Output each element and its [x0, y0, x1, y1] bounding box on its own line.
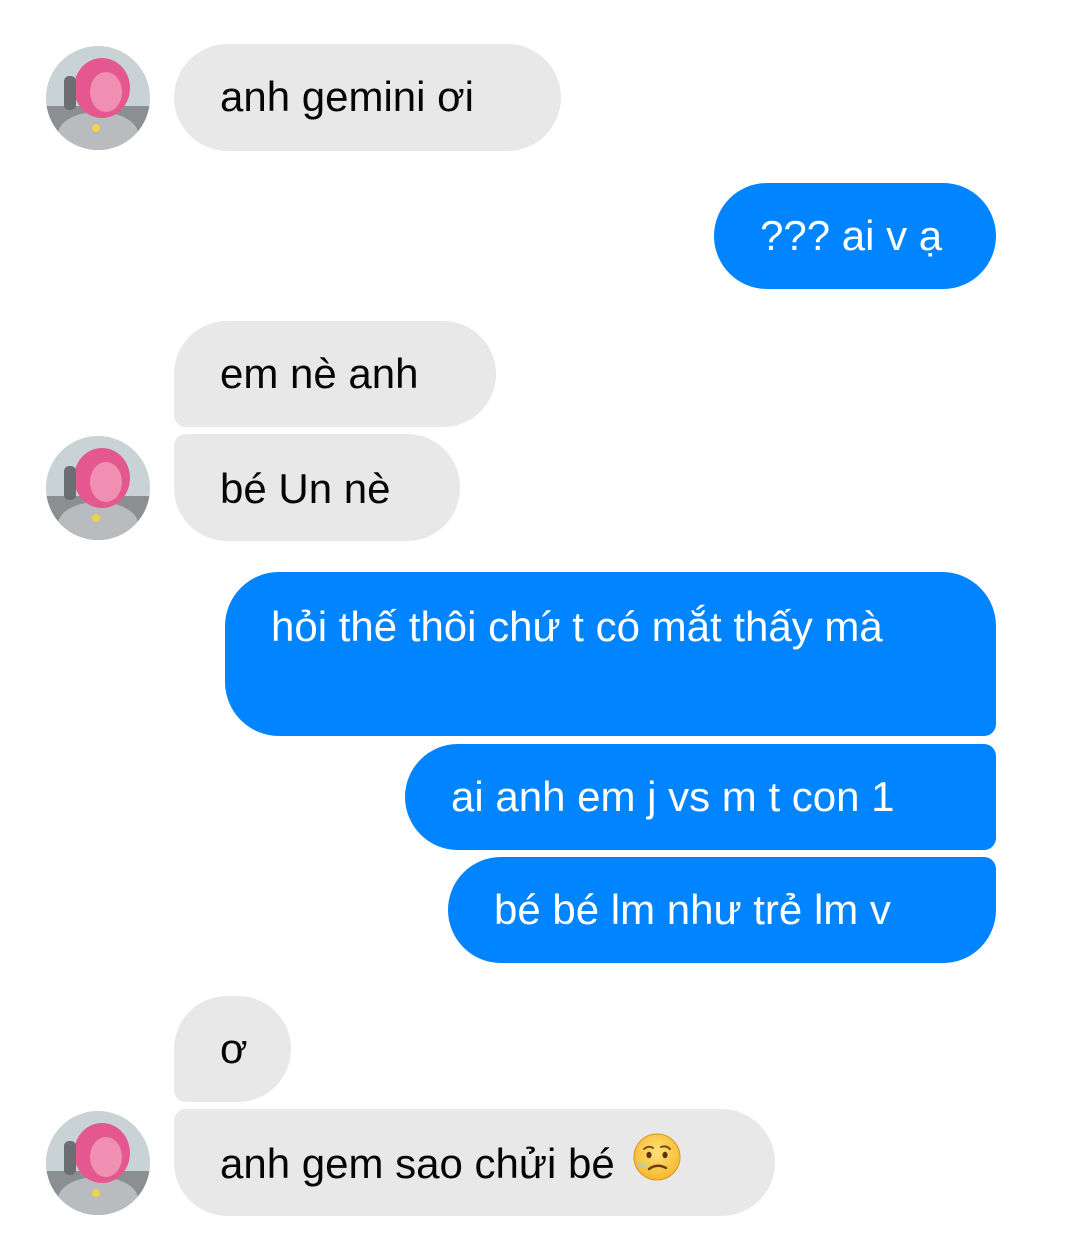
contact-avatar[interactable] — [46, 46, 150, 150]
message-bubble-incoming[interactable]: em nè anh — [174, 321, 496, 427]
message-text: em nè anh — [220, 350, 419, 397]
message-text: anh gem sao chửi bé — [220, 1140, 615, 1187]
message-text: bé bé lm như trẻ lm v — [494, 886, 891, 933]
message-bubble-incoming[interactable]: bé Un nè — [174, 434, 460, 541]
message-text: bé Un nè — [220, 465, 391, 512]
message-text: ??? ai v ạ — [760, 212, 943, 259]
contact-avatar[interactable] — [46, 1111, 150, 1215]
message-text: ai anh em j vs m t con 1 — [451, 773, 895, 820]
message-bubble-outgoing[interactable]: ai anh em j vs m t con 1 — [405, 744, 996, 850]
message-text: anh gemini ơi — [220, 73, 475, 120]
message-bubble-outgoing[interactable]: bé bé lm như trẻ lm v — [448, 857, 996, 963]
message-bubble-incoming[interactable]: anh gemini ơi — [174, 44, 561, 151]
message-bubble-incoming[interactable]: anh gem sao chửi bé — [174, 1109, 775, 1216]
message-bubble-outgoing[interactable]: ??? ai v ạ — [714, 183, 996, 289]
message-text: ơ — [220, 1025, 248, 1072]
message-bubble-outgoing[interactable]: hỏi thế thôi chứ t có mắt thấy mà — [225, 572, 996, 736]
message-text: hỏi thế thôi chứ t có mắt thấy mà — [271, 603, 883, 650]
worried-face-emoji-icon — [632, 1132, 682, 1196]
contact-avatar[interactable] — [46, 436, 150, 540]
message-bubble-incoming[interactable]: ơ — [174, 996, 291, 1102]
